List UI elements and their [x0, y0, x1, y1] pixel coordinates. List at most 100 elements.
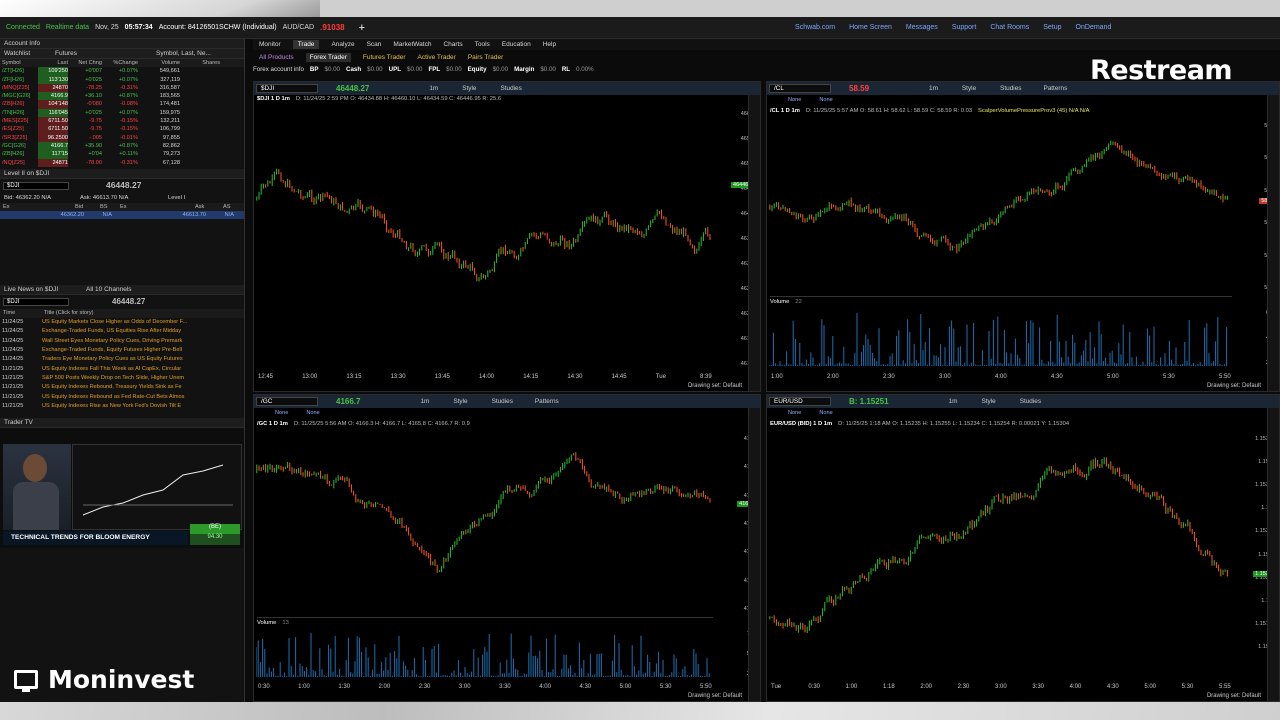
account-info-header[interactable]: Account Info [0, 39, 244, 49]
price-plot[interactable] [769, 435, 1231, 651]
news-channels[interactable]: All 10 Channels [86, 285, 132, 294]
news-symbol-input[interactable]: $DJI [3, 298, 69, 307]
interval-select[interactable]: 1m [420, 398, 429, 405]
style-menu[interactable]: Style [962, 85, 976, 92]
link-none-1[interactable]: None [788, 97, 801, 103]
menu-analyze[interactable]: Analyze [331, 41, 354, 48]
studies-menu[interactable]: Studies [1000, 85, 1021, 92]
trader-tv-header[interactable]: Trader TV [0, 417, 244, 428]
style-menu[interactable]: Style [453, 398, 467, 405]
chart-panel-dji[interactable]: $DJI 46448.27 1m Style Studies $DJI 1 D 1m D: … [253, 81, 761, 392]
watchlist-name[interactable]: Futures [55, 49, 77, 58]
setup-link[interactable]: Setup [1043, 24, 1061, 31]
chart-panel-gc[interactable]: /GC 4166.7 1m Style Studies Patterns None None /… [253, 394, 761, 702]
news-item[interactable]: 11/24/25 Traders Eye Monetary Policy Cues… [0, 355, 244, 364]
news-item[interactable]: 11/24/25 Wall Street Eyes Monetary Policy… [0, 337, 244, 346]
chart-panel-eur[interactable]: EUR/USD B: 1.15251 1m Style Studies None None E… [766, 394, 1280, 702]
account-label[interactable]: Account: 84126501SCHW (Individual) [159, 24, 277, 31]
watchlist-row[interactable]: /MNQ[Z25] 24870 -78.25 -0.31% 316,587 [0, 83, 244, 93]
watchlist-row[interactable]: /MGC[G26] 4166.9 +36.10 +0.87% 183,565 [0, 92, 244, 101]
watchlist-row[interactable]: /GC[G26] 4166.7 +35.90 +0.87% 82,862 [0, 141, 244, 151]
chart-symbol-input[interactable]: /CL [769, 84, 831, 93]
link-none-2[interactable]: None [819, 410, 832, 416]
style-menu[interactable]: Style [462, 85, 476, 92]
chart-symbol-input[interactable]: /GC [256, 397, 318, 406]
home-screen-link[interactable]: Home Screen [849, 24, 892, 31]
tab-futures-trader[interactable]: Futures Trader [363, 54, 406, 61]
drawing-set-label[interactable]: Drawing set: Default [1207, 693, 1261, 699]
quote-pair[interactable]: AUD/CAD [283, 24, 315, 31]
news-item[interactable]: 11/21/25 US Equity Indexes Rebound as Fed… [0, 393, 244, 402]
price-plot[interactable] [256, 435, 712, 613]
col-last[interactable]: Last [38, 59, 68, 67]
time-axis[interactable]: 1:00 2:00 2:30 3:00 4:00 4:30 5:00 5:30 5:50 [771, 373, 1233, 383]
studies-menu[interactable]: Studies [500, 85, 521, 92]
col-net-chng[interactable]: Net Chng [68, 59, 102, 67]
studies-menu[interactable]: Studies [492, 398, 513, 405]
tab-active-trader[interactable]: Active Trader [418, 54, 456, 61]
chart-side-toolbar[interactable] [748, 95, 760, 391]
col-symbol[interactable]: Symbol [0, 59, 38, 67]
news-item[interactable]: 11/21/25 US Equity Indexes Rebound, Treas… [0, 383, 244, 392]
watchlist-row[interactable]: /SR3[Z25] 96.2500 -.005 -0.01% 97,855 [0, 133, 244, 142]
patterns-menu[interactable]: Patterns [535, 398, 559, 405]
tab-pairs-trader[interactable]: Pairs Trader [468, 54, 503, 61]
menu-scan[interactable]: Scan [367, 41, 382, 48]
news-item[interactable]: 11/21/25 S&P 500 Posts Weekly Drop on Tec… [0, 374, 244, 383]
col-pct-change[interactable]: %Change [102, 59, 138, 67]
watchlist-row[interactable]: /TN[H26] 116'045 +0'025 +0.07% 159,975 [0, 108, 244, 118]
chart-side-toolbar[interactable] [1267, 408, 1279, 701]
link-none-2[interactable]: None [819, 97, 832, 103]
studies-menu[interactable]: Studies [1020, 398, 1041, 405]
watchlist-header[interactable]: Watchlist Futures Symbol, Last, Ne... [0, 49, 244, 59]
watchlist-row[interactable]: /ZF[H26] 113'130 +0'025 +0.07% 327,119 [0, 75, 244, 84]
messages-link[interactable]: Messages [906, 24, 938, 31]
trader-tv-video[interactable]: TECHNICAL TRENDS FOR BLOOM ENERGY (BE) 9… [0, 427, 244, 548]
menu-tools[interactable]: Tools [475, 41, 490, 48]
chat-rooms-link[interactable]: Chat Rooms [990, 24, 1029, 31]
tab-forex-trader[interactable]: Forex Trader [305, 52, 351, 62]
interval-select[interactable]: 1m [929, 85, 938, 92]
interval-select[interactable]: 1m [949, 398, 958, 405]
menu-monitor[interactable]: Monitor [259, 41, 281, 48]
news-header[interactable]: Live News on $DJI All 10 Channels [0, 285, 244, 296]
link-none-1[interactable]: None [788, 410, 801, 416]
watchlist-sort[interactable]: Symbol, Last, Ne... [156, 49, 211, 58]
watchlist-row[interactable]: /MES[Z25] 6711.50 -9.75 -0.15% 132,211 [0, 117, 244, 126]
level2-header[interactable]: Level II on $DJI [0, 168, 244, 179]
style-menu[interactable]: Style [981, 398, 995, 405]
drawing-set-label[interactable]: Drawing set: Default [688, 693, 742, 699]
news-item[interactable]: 11/24/25 Exchange-Traded Funds, Equity Fu… [0, 346, 244, 355]
news-item[interactable]: 11/21/25 US Equity Indexes Rise as New Yo… [0, 402, 244, 411]
menu-marketwatch[interactable]: MarketWatch [393, 41, 431, 48]
level2-row[interactable]: 46362.20 N/A 46613.70 N/A [0, 211, 244, 220]
watchlist-row[interactable]: /ZB[H26] 117'15 +0'04 +0.11% 79,273 [0, 150, 244, 159]
menu-education[interactable]: Education [502, 41, 531, 48]
ondemand-link[interactable]: OnDemand [1076, 24, 1112, 31]
time-axis[interactable]: 12:45 13:00 13:15 13:30 13:45 14:00 14:15 14:30… [258, 373, 714, 383]
news-item[interactable]: 11/21/25 US Equity Indexes Fall This Week… [0, 365, 244, 374]
add-icon[interactable]: + [359, 22, 365, 34]
schwab-link[interactable]: Schwab.com [795, 24, 835, 31]
news-item[interactable]: 11/24/25 US Equity Markets Close Higher a… [0, 318, 244, 327]
link-none-2[interactable]: None [306, 410, 319, 416]
interval-select[interactable]: 1m [429, 85, 438, 92]
watchlist-row[interactable]: /ZB[H26] 104'148 -0'080 -0.08% 174,481 [0, 100, 244, 109]
col-shares[interactable]: Shares [180, 59, 220, 67]
col-volume[interactable]: Volume [138, 59, 180, 67]
chart-side-toolbar[interactable] [748, 408, 760, 701]
chart-panel-cl[interactable]: /CL 58.59 1m Style Studies Patterns None None/C… [766, 81, 1280, 392]
link-none-1[interactable]: None [275, 410, 288, 416]
watchlist-row[interactable]: /ZT[H26] 109'250 +0'007 +0.07% 549,661 [0, 67, 244, 76]
price-plot[interactable] [256, 110, 712, 368]
tab-all-products[interactable]: All Products [259, 54, 294, 61]
chart-symbol-input[interactable]: EUR/USD [769, 397, 831, 406]
chart-side-toolbar[interactable] [1267, 95, 1279, 391]
menu-charts[interactable]: Charts [443, 41, 462, 48]
drawing-set-label[interactable]: Drawing set: Default [1207, 383, 1261, 389]
price-plot[interactable] [769, 122, 1231, 292]
patterns-menu[interactable]: Patterns [1043, 85, 1067, 92]
menu-trade[interactable]: Trade [292, 40, 320, 49]
time-axis[interactable]: Tue 0:30 1:00 1:18 2:00 2:30 3:00 3:30 4:00 4:30 5… [771, 683, 1233, 693]
watchlist-row[interactable]: /NQ[Z25] 24871 -78.00 -0.31% 67,128 [0, 158, 244, 167]
